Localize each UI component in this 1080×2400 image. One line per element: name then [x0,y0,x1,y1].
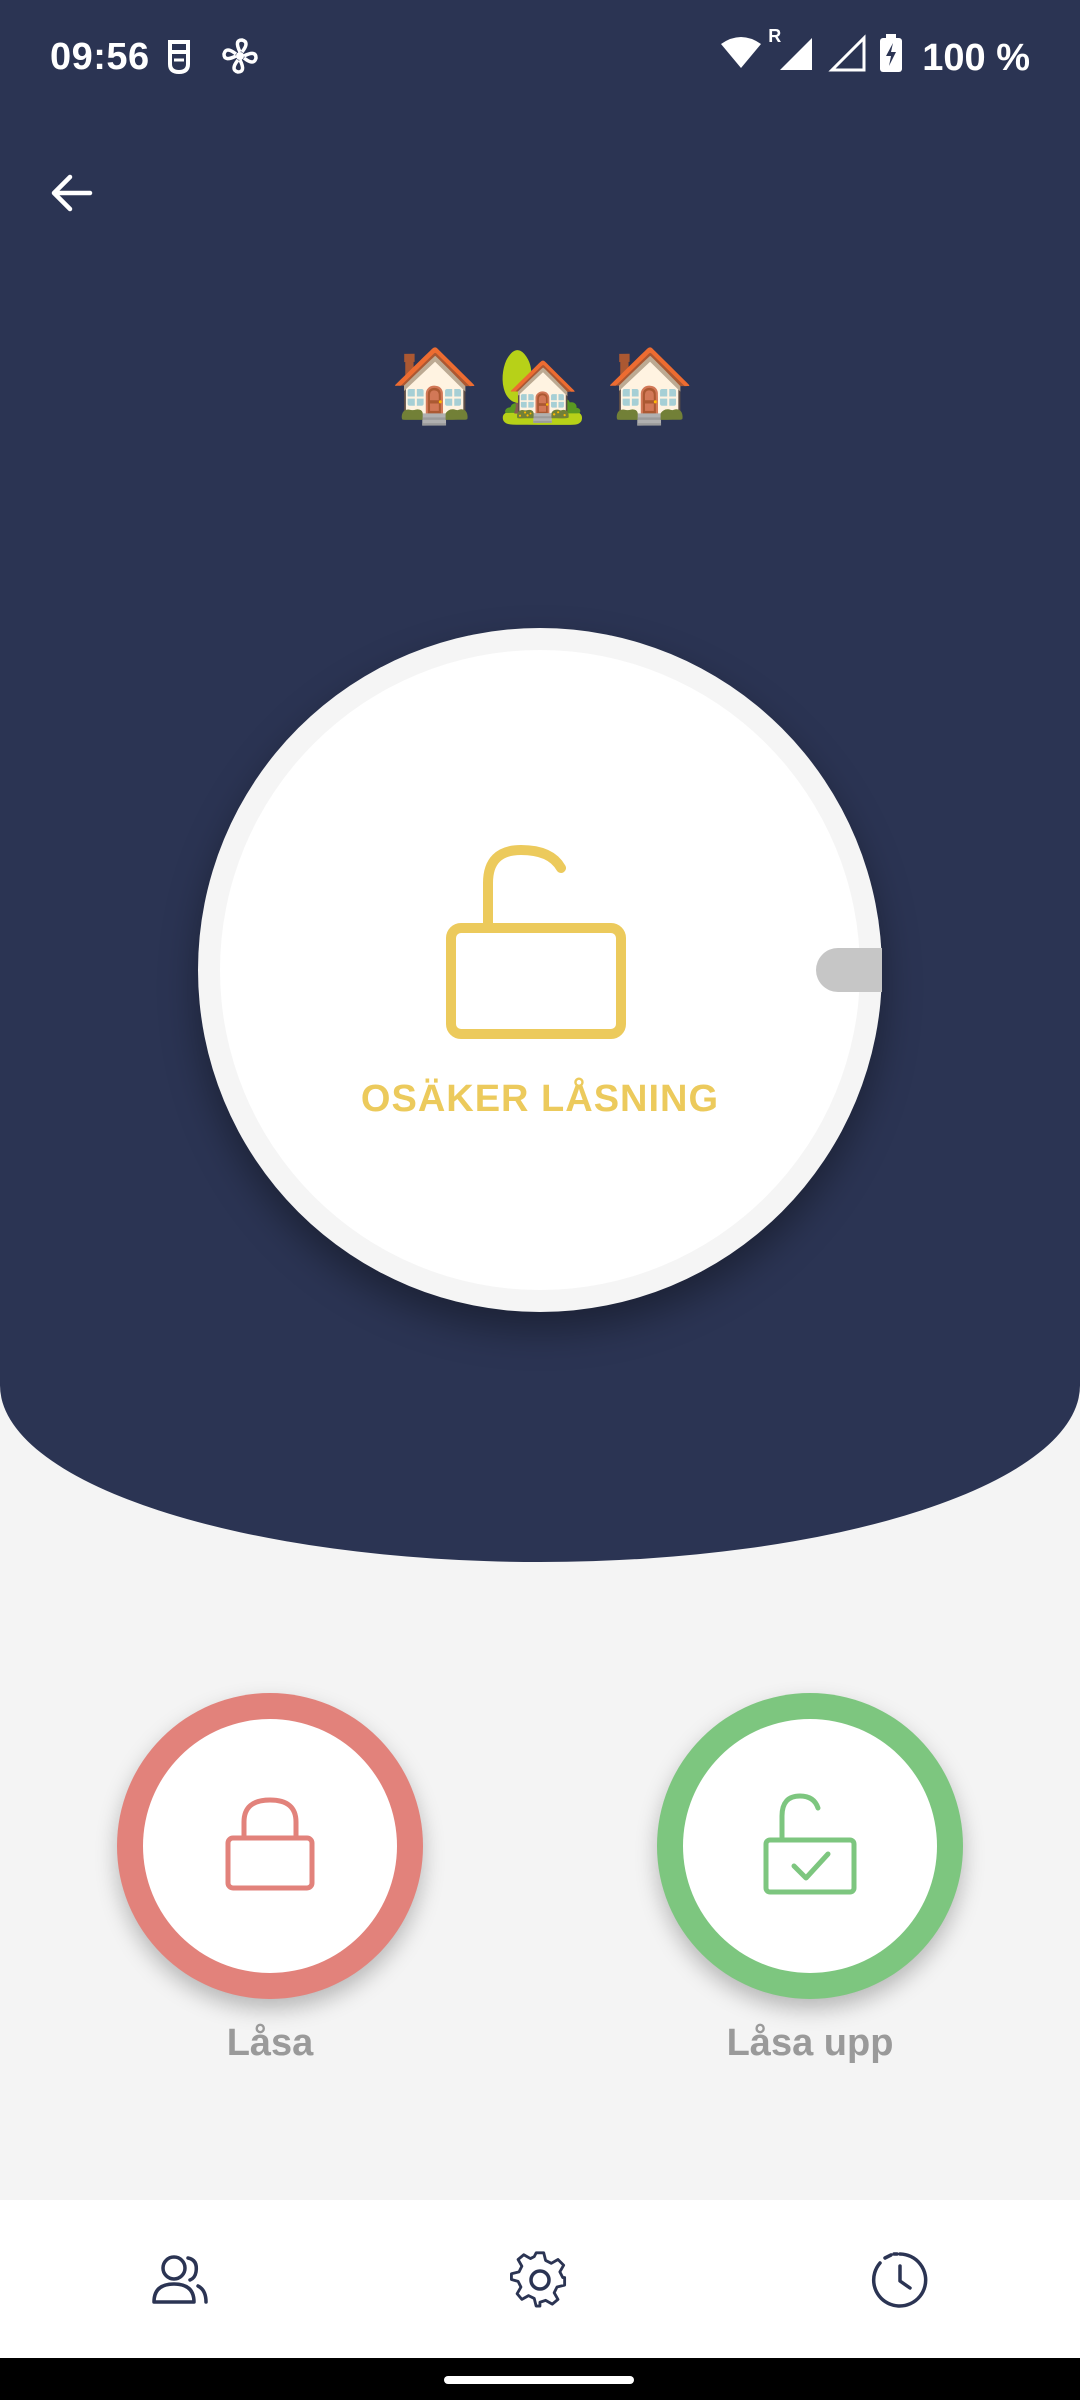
signal-icon [828,34,866,82]
roaming-label: R [768,26,782,46]
house-emoji-1: 🏠 [390,346,480,426]
lock-button[interactable] [117,1693,423,1999]
home-indicator[interactable] [444,2376,634,2384]
bottom-navigation [0,2200,1080,2358]
status-time: 09:56 [50,36,150,78]
fan-icon [220,36,260,86]
status-left-icons [164,36,260,86]
lock-open-check-icon [762,1792,858,1901]
battery-charging-icon [880,34,903,82]
lock-status-text: OSÄKER LÅSNING [360,1078,720,1120]
nav-settings[interactable] [510,2250,570,2310]
system-navigation-bar [0,2358,1080,2400]
lock-name: 🏠 🏡 🏠 [390,350,695,422]
lock-button-face [143,1719,397,1973]
lock-button-label: Låsa [226,2022,314,2064]
status-right: R 100 % [720,26,1030,82]
house-emoji-2: 🏡 [497,346,588,426]
dial-handle[interactable] [816,948,882,992]
lock-closed-icon [222,1794,318,1899]
battery-text: 100 % [922,36,1030,79]
nav-users[interactable] [150,2250,210,2310]
wifi-icon [720,36,762,80]
arrow-left-icon [48,170,94,221]
gear-icon [510,2251,570,2314]
unlock-button[interactable] [657,1693,963,1999]
back-button[interactable] [36,160,106,230]
users-icon [150,2255,210,2314]
nav-history[interactable] [870,2250,930,2310]
lock-status-dial[interactable]: OSÄKER LÅSNING [198,628,882,1312]
unlock-button-face [683,1719,937,1973]
history-clock-icon [870,2252,930,2314]
unlock-button-label: Låsa upp [726,2022,894,2064]
house-emoji-3: 🏠 [605,346,695,426]
status-bar: 09:56 R 100 % [0,0,1080,120]
signal-roaming-icon: R [768,26,814,82]
lock-open-icon [443,838,633,1053]
face-mask-icon [164,36,194,86]
